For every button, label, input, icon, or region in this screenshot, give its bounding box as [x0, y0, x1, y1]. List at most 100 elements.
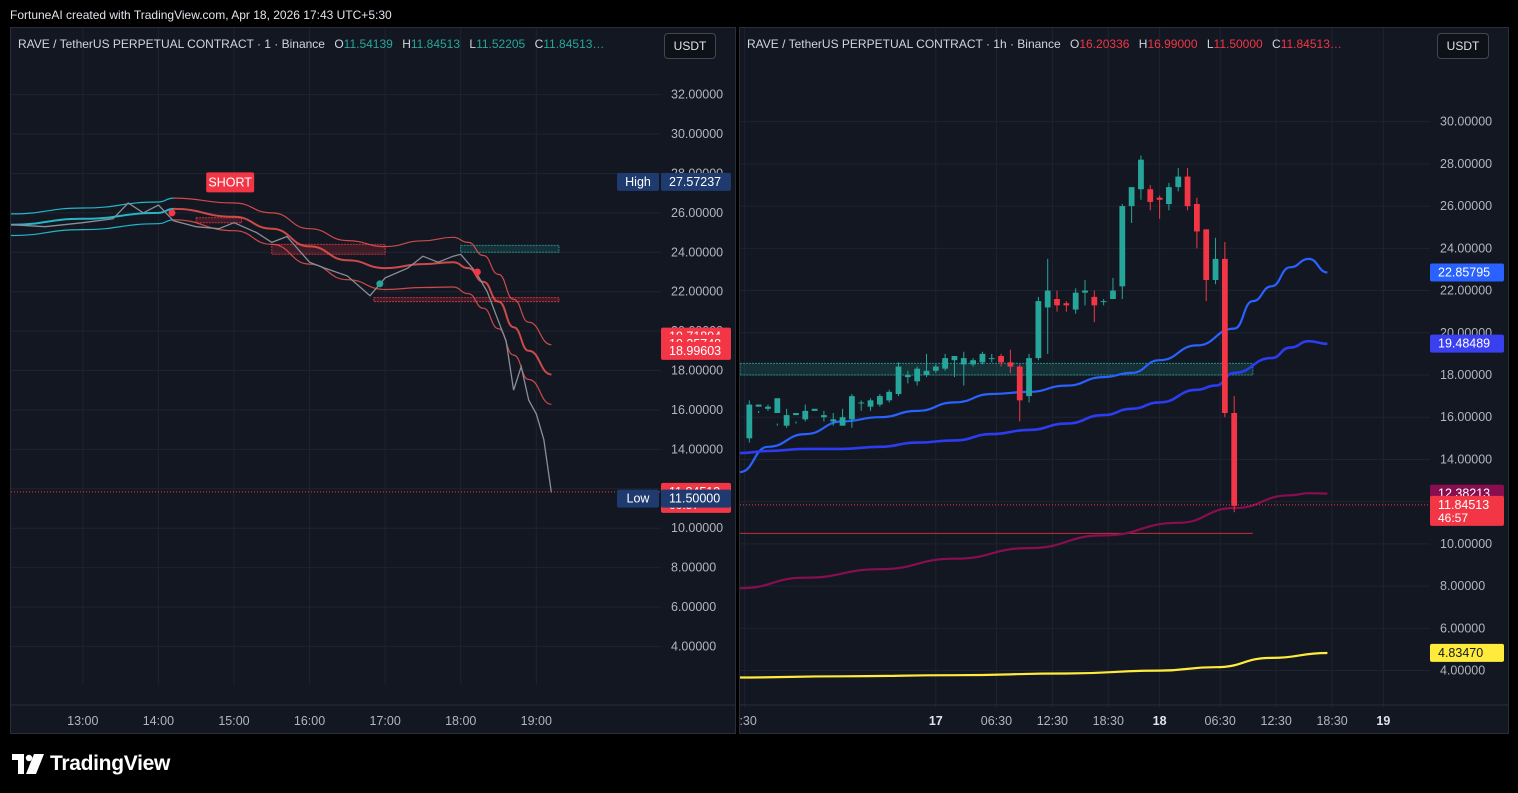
y-tick-label: 18.00000 [1440, 368, 1492, 382]
chart-panel-left[interactable]: 32.0000030.0000028.0000026.0000024.00000… [10, 27, 736, 734]
candle-body [839, 417, 846, 426]
y-tick-label: 14.00000 [671, 442, 723, 456]
x-tick-label: 12:30 [1037, 714, 1068, 728]
y-tick-label: 26.00000 [1440, 199, 1492, 213]
candle-body [1203, 229, 1210, 280]
candle-body [1072, 292, 1079, 310]
candle-body [932, 366, 939, 371]
chart-canvas-right[interactable]: 30.00000 28.00000 26.00000 24.00000 22.00000… [740, 28, 1508, 733]
candle-body [811, 408, 818, 411]
candle-body [1119, 206, 1126, 287]
legend-low-label: L [1206, 37, 1214, 51]
tradingview-logo-icon [12, 754, 44, 774]
x-tick-label: 17:00 [369, 714, 400, 728]
y-tick-label: 32.00000 [671, 88, 723, 102]
candle-body [979, 353, 986, 363]
candle-body [876, 396, 883, 405]
x-tick-label: 06:30 [981, 714, 1012, 728]
currency-unit-button[interactable]: USDT [664, 33, 716, 59]
y-tick-label: 10.00000 [671, 521, 723, 535]
price-axis-label: 4.83470 [1438, 646, 1483, 660]
x-tick-label: 18:30 [1093, 714, 1124, 728]
y-tick-label: 30.00000 [671, 127, 723, 141]
legend-low: 11.50000 [1213, 37, 1263, 51]
candle-body [1221, 258, 1228, 413]
candle-body [746, 404, 753, 439]
candle-body [1044, 290, 1051, 308]
x-tick-label: 19:00 [521, 714, 552, 728]
chart-panel-right[interactable]: 30.00000 28.00000 26.00000 24.00000 22.00000… [739, 27, 1509, 734]
y-tick-label: 24.00000 [1440, 241, 1492, 255]
candle-body [802, 410, 809, 420]
legend-close: 11.84513… [1280, 37, 1342, 51]
candle-body [774, 398, 781, 413]
x-tick-label: 13:00 [67, 714, 98, 728]
x-tick-label: 14:00 [143, 714, 174, 728]
signal-marker [168, 209, 176, 217]
candle-body [960, 358, 967, 365]
candle-body [1091, 296, 1098, 306]
signal-marker [473, 268, 481, 276]
chart-attribution: FortuneAI created with TradingView.com, … [10, 8, 392, 22]
tradingview-logo-text: TradingView [50, 752, 171, 775]
candle-body [793, 413, 799, 416]
legend-symbol: RAVE / TetherUS PERPETUAL CONTRACT · 1 ·… [18, 37, 325, 51]
candle-body [1016, 366, 1023, 401]
candle-body [1128, 187, 1135, 207]
price-axis-label: 19.48489 [1438, 337, 1490, 351]
candle-body [970, 360, 976, 365]
candle-body [951, 356, 958, 361]
x-tick-label: 17 [929, 714, 943, 728]
y-tick-label: 26.00000 [671, 206, 723, 220]
x-tick-label: 3:30 [740, 714, 757, 728]
price-tag-label: Low [627, 492, 651, 506]
candle-body [765, 406, 771, 409]
candle-body [1035, 301, 1042, 359]
y-tick-label: 4.00000 [671, 639, 716, 653]
y-tick-label: 22.00000 [1440, 284, 1492, 298]
candle-body [830, 419, 837, 422]
tradingview-logo[interactable]: TradingView [12, 751, 170, 777]
candle-body [1026, 358, 1032, 397]
y-tick-label: 6.00000 [671, 600, 716, 614]
candle-body [904, 375, 911, 378]
legend-close-label: C [1272, 37, 1281, 51]
short-signal-badge: SHORT [208, 175, 252, 189]
candle-body [1212, 258, 1219, 280]
bar-countdown-label: 46:57 [1438, 511, 1468, 525]
candle-body [867, 400, 874, 407]
y-tick-label: 8.00000 [671, 561, 716, 575]
chart-background [740, 28, 1508, 733]
legend-close: 11.84513… [543, 37, 605, 51]
y-tick-label: 10.00000 [1440, 537, 1492, 551]
candle-body [1147, 189, 1154, 202]
legend-open-label: O [1070, 37, 1080, 51]
supply-demand-zone [195, 217, 243, 224]
legend-open: 16.20336 [1079, 37, 1130, 51]
x-tick-label: 18 [1153, 714, 1167, 728]
candle-body [755, 404, 762, 407]
candle-body [942, 358, 949, 369]
candle-body [1175, 176, 1182, 188]
legend-low: 11.52205 [476, 37, 526, 51]
legend-high: 16.99000 [1147, 37, 1198, 51]
legend-symbol: RAVE / TetherUS PERPETUAL CONTRACT · 1h … [747, 37, 1061, 51]
x-tick-label: 18:00 [445, 714, 476, 728]
chart-canvas-left[interactable]: 32.0000030.0000028.0000026.0000024.00000… [11, 28, 735, 733]
currency-unit-button[interactable]: USDT [1437, 33, 1489, 59]
candle-body [1156, 197, 1163, 200]
y-tick-label: 28.00000 [1440, 157, 1492, 171]
x-tick-label: 06:30 [1205, 714, 1236, 728]
candle-body [1194, 204, 1200, 232]
candle-body [886, 391, 893, 401]
y-tick-label: 24.00000 [671, 245, 723, 259]
candle-body [1054, 299, 1060, 306]
candle-body [1110, 290, 1116, 299]
signal-marker [376, 280, 384, 288]
legend-high-label: H [402, 37, 411, 51]
candle-body [1063, 303, 1070, 306]
price-axis-label: 11.84513 [1438, 498, 1489, 512]
y-tick-label: 18.00000 [671, 364, 723, 378]
y-tick-label: 8.00000 [1440, 579, 1485, 593]
x-tick-label: 16:00 [294, 714, 325, 728]
